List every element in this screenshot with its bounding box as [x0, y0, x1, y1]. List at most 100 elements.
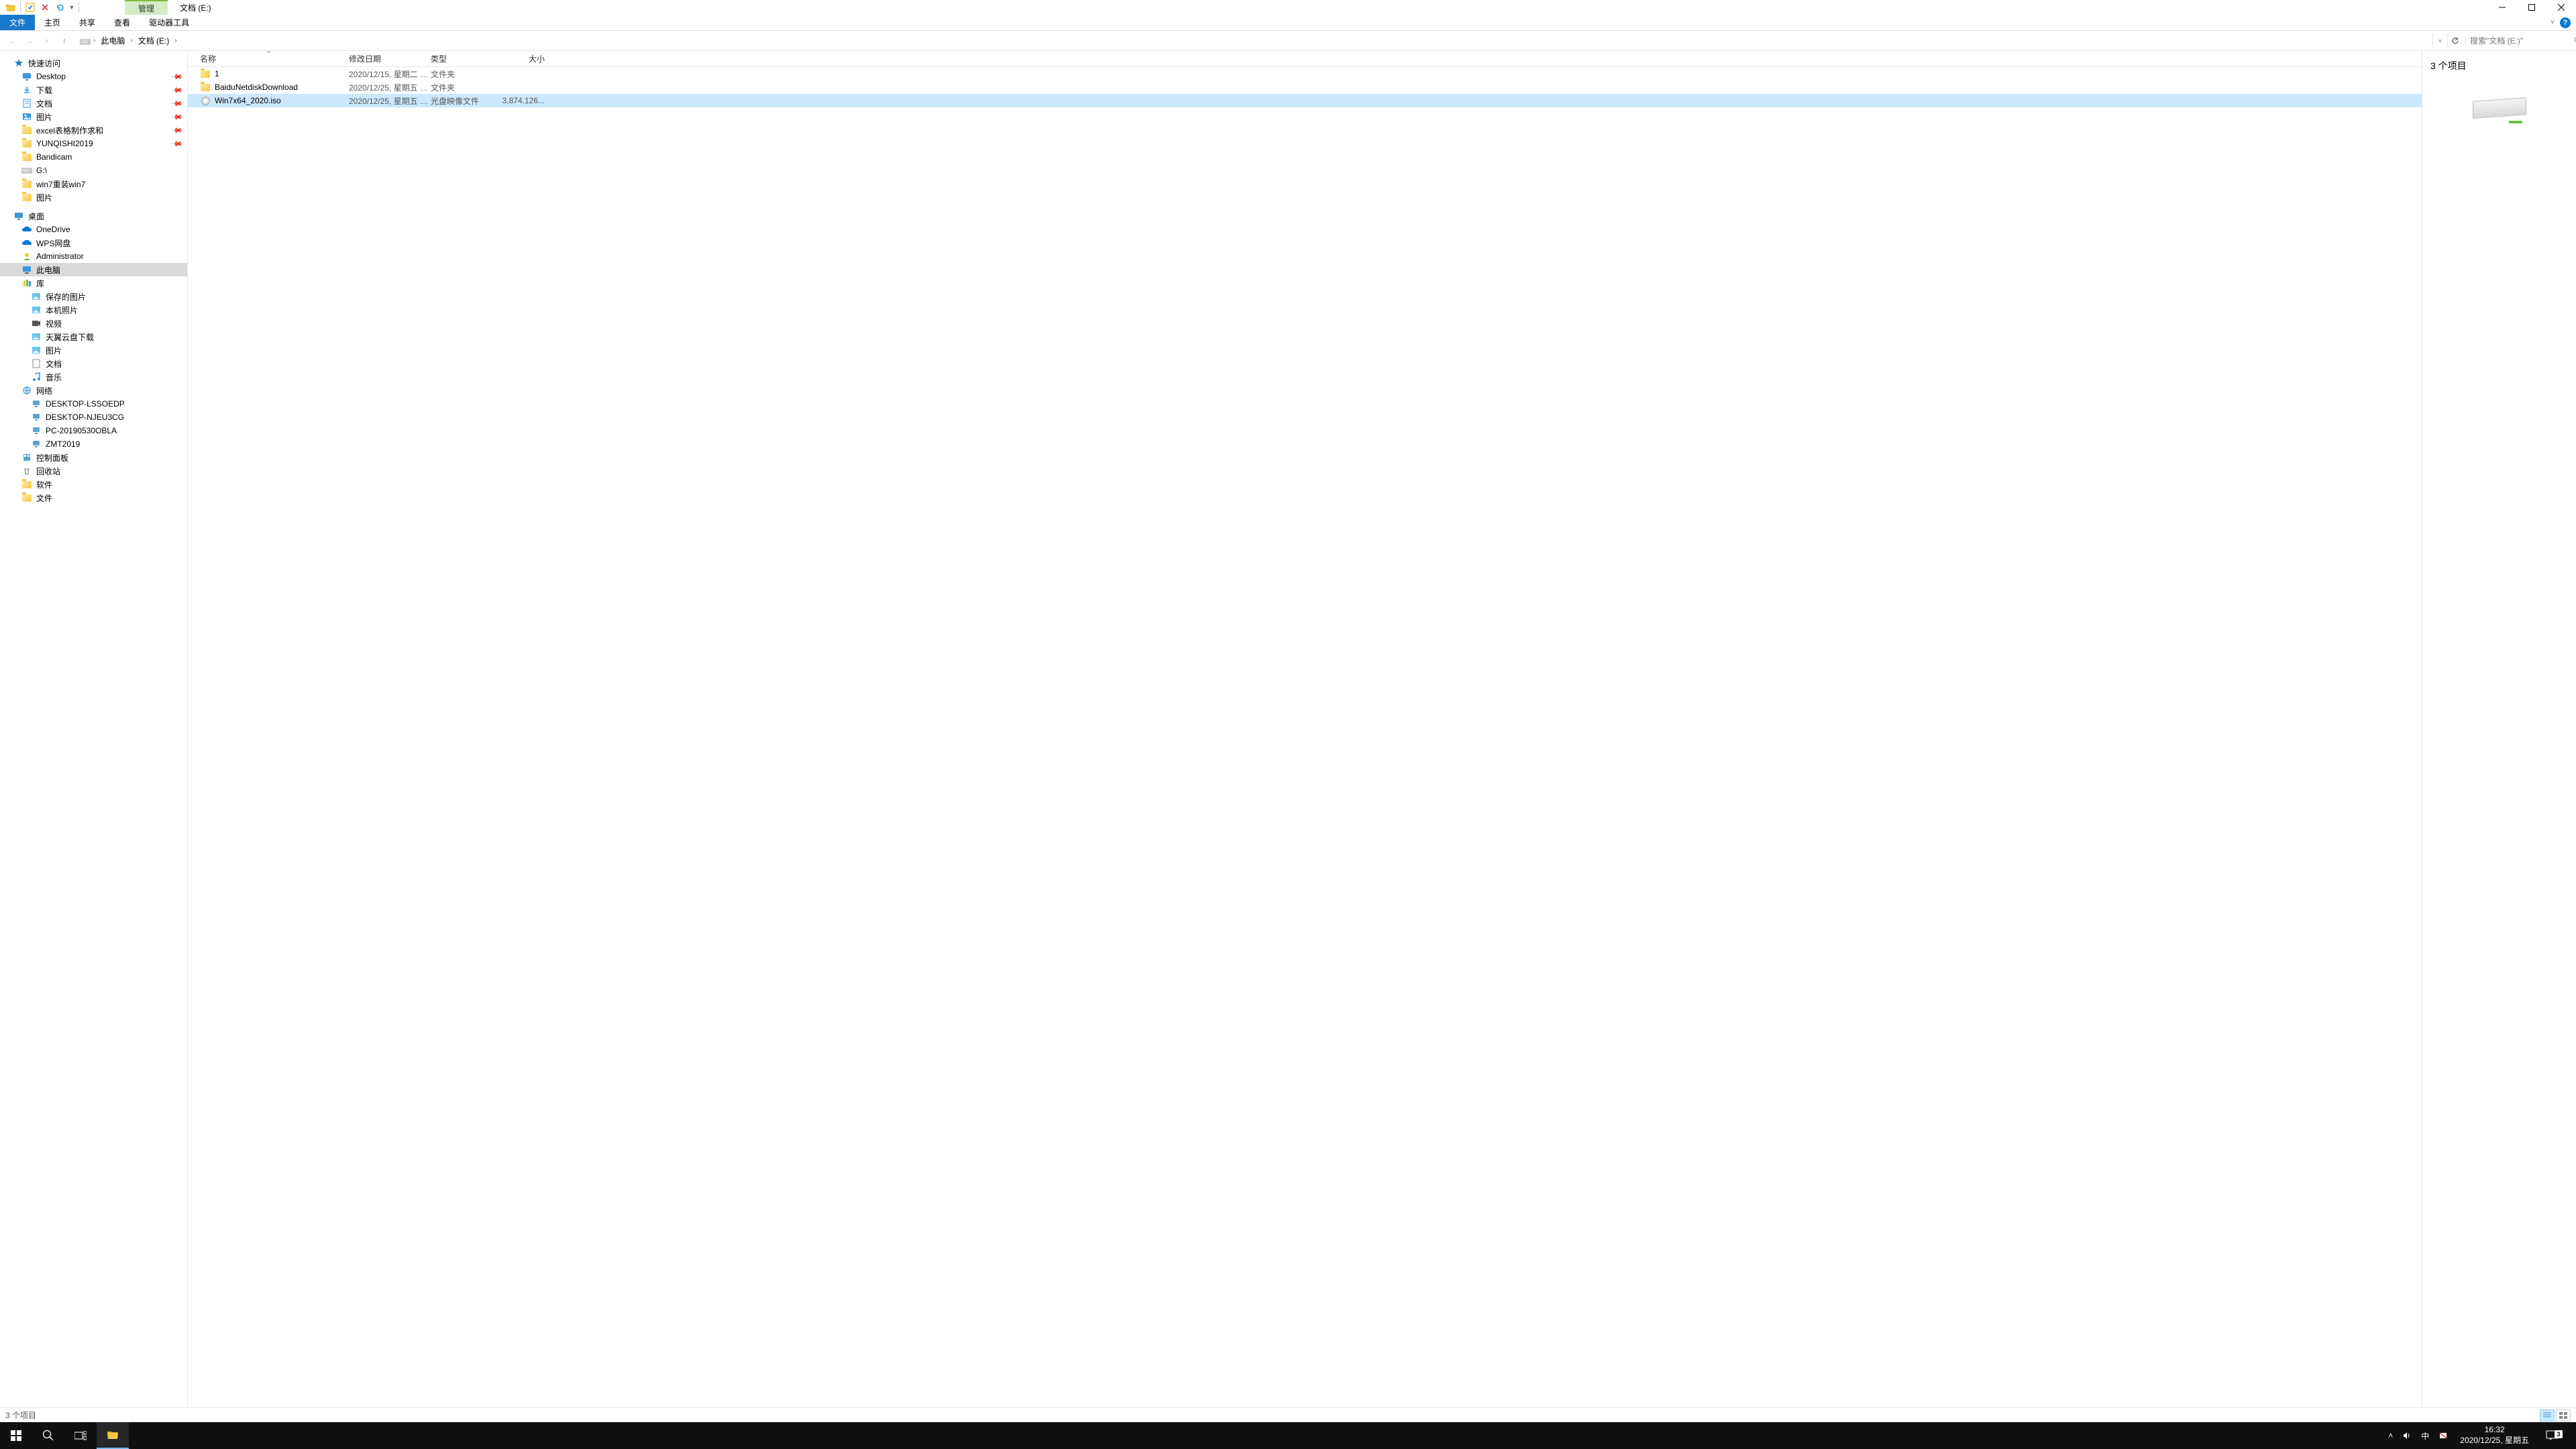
address-segment-drive[interactable]: 文档 (E:) — [136, 34, 172, 48]
tree-quick-item[interactable]: Bandicam — [0, 150, 187, 164]
file-type: 文件夹 — [431, 68, 498, 80]
context-tab-manage[interactable]: 管理 — [125, 0, 168, 15]
qat-delete-icon[interactable] — [38, 1, 52, 13]
tree-label: OneDrive — [36, 225, 70, 234]
tree-library-item[interactable]: 保存的图片 — [0, 290, 187, 303]
tree-desktop-item[interactable]: Administrator — [0, 250, 187, 263]
tree-network-item[interactable]: DESKTOP-LSSOEDP — [0, 397, 187, 411]
tree-library-item[interactable]: 图片 — [0, 343, 187, 357]
tray-volume-icon[interactable] — [2400, 1422, 2414, 1449]
address-history-dropdown[interactable]: ˅ — [2432, 34, 2447, 48]
maximize-button[interactable] — [2517, 0, 2546, 15]
address-chevron-icon[interactable]: › — [93, 37, 95, 44]
address-segment-this-pc[interactable]: 此电脑 — [98, 34, 127, 48]
tree-desktop-item[interactable]: WPS网盘 — [0, 236, 187, 250]
ribbon-tab-drive-tools[interactable]: 驱动器工具 — [140, 15, 199, 30]
cloud-blue-icon — [21, 237, 32, 248]
qat-properties-icon[interactable] — [23, 1, 37, 13]
file-row[interactable]: Win7x64_2020.iso2020/12/25, 星期五 1...光盘映像… — [188, 94, 2422, 107]
main-area: 快速访问 Desktop📌下载📌文档📌图片📌excel表格制作求和📌YUNQIS… — [0, 51, 2576, 1407]
tree-network-item[interactable]: PC-20190530OBLA — [0, 424, 187, 437]
tree-desktop-item[interactable]: 库 — [0, 276, 187, 290]
doc-icon — [21, 98, 32, 109]
pin-icon: 📌 — [171, 124, 184, 137]
folder-icon — [21, 178, 32, 189]
taskbar-search-button[interactable] — [32, 1422, 64, 1449]
tray-ime-indicator[interactable]: 中 — [2418, 1422, 2432, 1449]
nav-recent-dropdown[interactable]: ˅ — [40, 34, 54, 48]
tree-library-item[interactable]: 天翼云盘下载 — [0, 330, 187, 343]
notification-badge: 3 — [2555, 1430, 2563, 1438]
help-icon[interactable]: ? — [2560, 17, 2571, 28]
view-details-button[interactable] — [2540, 1409, 2555, 1421]
nav-up-button[interactable]: ↑ — [58, 34, 71, 48]
address-chevron-icon[interactable]: › — [174, 37, 176, 44]
tree-label: win7重装win7 — [36, 178, 85, 190]
file-list[interactable]: 名称˄ 修改日期 类型 大小 12020/12/15, 星期二 1...文件夹B… — [188, 51, 2422, 1407]
tray-overflow-button[interactable]: ˄ — [2385, 1422, 2396, 1449]
task-view-button[interactable] — [64, 1422, 97, 1449]
tree-library-item[interactable]: 本机照片 — [0, 303, 187, 317]
file-row[interactable]: 12020/12/15, 星期二 1...文件夹 — [188, 67, 2422, 80]
tree-quick-item[interactable]: 图片📌 — [0, 110, 187, 123]
tree-folder-software[interactable]: 软件 — [0, 478, 187, 491]
address-bar[interactable]: › 此电脑 › 文档 (E:) › ˅ — [76, 33, 2465, 49]
tree-network[interactable]: 网络 — [0, 384, 187, 397]
tray-security-icon[interactable] — [2436, 1422, 2451, 1449]
file-name: Win7x64_2020.iso — [215, 96, 281, 105]
column-header-type[interactable]: 类型 — [431, 53, 498, 64]
tree-library-item[interactable]: 文档 — [0, 357, 187, 370]
tree-quick-item[interactable]: win7重装win7 — [0, 177, 187, 191]
ribbon-tab-home[interactable]: 主页 — [35, 15, 70, 30]
nav-forward-button[interactable]: → — [23, 34, 36, 48]
tree-network-item[interactable]: ZMT2019 — [0, 437, 187, 451]
tree-quick-item[interactable]: excel表格制作求和📌 — [0, 123, 187, 137]
file-row[interactable]: BaiduNetdiskDownload2020/12/25, 星期五 1...… — [188, 80, 2422, 94]
tree-control-panel[interactable]: 控制面板 — [0, 451, 187, 464]
tree-label: 图片 — [46, 345, 62, 356]
close-button[interactable] — [2546, 0, 2576, 15]
taskbar-explorer-button[interactable] — [97, 1422, 129, 1449]
column-header-date[interactable]: 修改日期 — [349, 53, 431, 64]
tree-library-item[interactable]: 视频 — [0, 317, 187, 330]
ribbon-tab-file[interactable]: 文件 — [0, 15, 35, 30]
nav-back-button[interactable]: ← — [5, 34, 19, 48]
column-header-size[interactable]: 大小 — [498, 53, 545, 64]
start-button[interactable] — [0, 1422, 32, 1449]
address-chevron-icon[interactable]: › — [130, 37, 132, 44]
column-header-name[interactable]: 名称˄ — [200, 53, 349, 64]
tree-recycle-bin[interactable]: 回收站 — [0, 464, 187, 478]
ribbon-expand-icon[interactable]: ˅ — [2551, 19, 2555, 26]
app-icon[interactable] — [4, 1, 17, 13]
taskbar-clock[interactable]: 16:32 2020/12/25, 星期五 — [2455, 1425, 2534, 1446]
tree-network-item[interactable]: DESKTOP-NJEU3CG — [0, 411, 187, 424]
tree-quick-access[interactable]: 快速访问 — [0, 56, 187, 70]
tree-quick-item[interactable]: Desktop📌 — [0, 70, 187, 83]
tree-desktop[interactable]: 桌面 — [0, 209, 187, 223]
title-bar: ▼ 管理 文档 (E:) — [0, 0, 2576, 15]
tree-quick-item[interactable]: G:\ — [0, 164, 187, 177]
tree-quick-item[interactable]: 下载📌 — [0, 83, 187, 97]
search-input[interactable] — [2470, 36, 2574, 46]
ribbon-tab-view[interactable]: 查看 — [105, 15, 140, 30]
refresh-button[interactable] — [2447, 34, 2462, 48]
tree-desktop-item[interactable]: OneDrive — [0, 223, 187, 236]
minimize-button[interactable] — [2487, 0, 2517, 15]
tree-folder-files[interactable]: 文件 — [0, 491, 187, 504]
pic-icon — [21, 111, 32, 122]
picfile-icon — [31, 305, 42, 315]
tree-quick-item[interactable]: YUNQISHI2019📌 — [0, 137, 187, 150]
ribbon-tab-share[interactable]: 共享 — [70, 15, 105, 30]
tree-library-item[interactable]: 音乐 — [0, 370, 187, 384]
view-large-icons-button[interactable] — [2556, 1409, 2571, 1421]
tree-quick-item[interactable]: 文档📌 — [0, 97, 187, 110]
action-center-button[interactable]: 3 — [2538, 1430, 2565, 1441]
tree-quick-item[interactable]: 图片 — [0, 191, 187, 204]
search-box[interactable] — [2465, 36, 2576, 46]
tree-label: 快速访问 — [28, 58, 60, 69]
tree-desktop-item[interactable]: 此电脑 — [0, 263, 187, 276]
qat-undo-icon[interactable] — [53, 1, 66, 13]
qat-dropdown-icon[interactable]: ▼ — [68, 1, 76, 13]
navigation-tree[interactable]: 快速访问 Desktop📌下载📌文档📌图片📌excel表格制作求和📌YUNQIS… — [0, 51, 188, 1407]
control-panel-icon — [21, 452, 32, 463]
